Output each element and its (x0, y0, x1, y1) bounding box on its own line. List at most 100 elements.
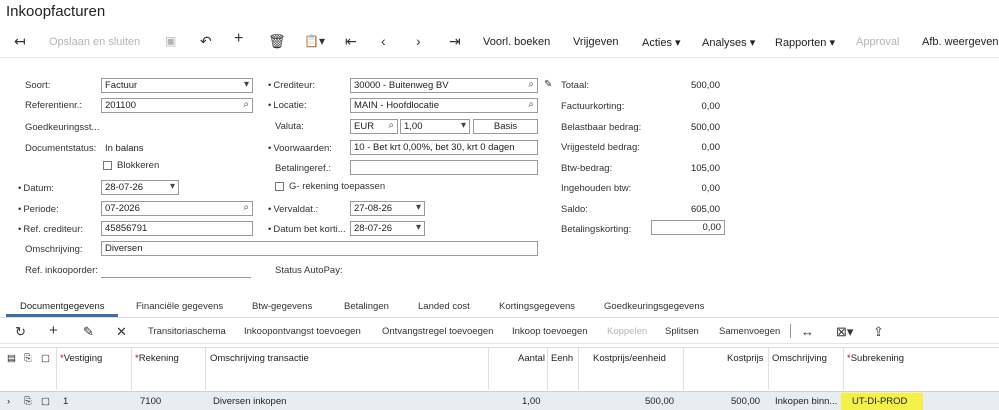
periode-input[interactable]: 07-2026 ⌕ (101, 201, 253, 216)
edit-icon[interactable]: ✎ (83, 324, 94, 340)
voorwaarden-value: 10 - Bet krt 0,00%, bet 30, krt 0 dagen (354, 142, 515, 153)
column-divider (843, 348, 844, 390)
cell-subrekening[interactable]: UT-DI-PROD (852, 396, 907, 407)
col-vestiging[interactable]: *Vestiging (60, 353, 102, 364)
release-button[interactable]: Vrijgeven (573, 36, 618, 48)
delete-icon[interactable]: 🗑 (268, 34, 286, 48)
column-divider (578, 348, 579, 390)
betalingsref-input[interactable] (350, 160, 538, 175)
tab-btw-gegevens[interactable]: Btw-gegevens (252, 301, 312, 312)
block-checkbox[interactable] (103, 161, 112, 170)
search-icon[interactable]: ⌕ (388, 120, 394, 131)
reports-menu[interactable]: Rapporten ▾ (775, 36, 835, 49)
next-record-icon[interactable]: › (416, 34, 421, 48)
post-button[interactable]: Voorl. boeken (483, 36, 550, 48)
cell-omschrijving-transactie[interactable]: Diversen inkopen (213, 396, 286, 407)
add-row-icon[interactable]: + (49, 322, 58, 339)
save-icon[interactable]: ▣ (165, 34, 176, 48)
datumkort-input[interactable]: 28-07-26 ▾ (350, 221, 425, 236)
datum-value: 28-07-26 (105, 182, 144, 193)
column-divider (131, 348, 132, 390)
locatie-value: MAIN - Hoofdlocatie (354, 100, 440, 111)
save-close-button[interactable]: Opslaan en sluiten (49, 36, 140, 48)
grekening-checkbox[interactable] (275, 182, 284, 191)
last-record-icon[interactable]: ⇥ (449, 34, 461, 48)
locatie-input[interactable]: MAIN - Hoofdlocatie ⌕ (350, 98, 538, 113)
samenvoegen-button[interactable]: Samenvoegen (719, 326, 780, 337)
col-aantal[interactable]: Aantal (518, 353, 545, 364)
display-button[interactable]: Afb. weergeven (922, 36, 998, 48)
clipboard-icon[interactable]: 📋▾ (304, 34, 325, 48)
row-expand-icon[interactable]: › (7, 396, 10, 407)
transitoriaschema-button[interactable]: Transitoriaschema (148, 326, 226, 337)
refinkoop-field[interactable] (101, 277, 251, 278)
block-label: Blokkeren (117, 160, 160, 171)
first-record-icon[interactable]: ⇤ (345, 34, 357, 48)
edit-icon[interactable]: ✎ (544, 79, 552, 90)
docstatus-value: In balans (105, 143, 144, 154)
col-omschrijving-transactie[interactable]: Omschrijving transactie (210, 353, 309, 364)
datum-input[interactable]: 28-07-26 ▾ (101, 180, 179, 195)
search-icon[interactable]: ⌕ (243, 202, 249, 213)
export-excel-icon[interactable]: ⊠▾ (836, 324, 853, 340)
tab-landed-cost[interactable]: Landed cost (418, 301, 470, 312)
ingehouden-value: 0,00 (701, 183, 721, 194)
omschrijving-input[interactable]: Diversen (101, 241, 538, 256)
cell-aantal[interactable]: 1,00 (522, 396, 541, 407)
cell-omschrijving[interactable]: Inkopen binn... (775, 396, 837, 407)
search-icon[interactable]: ⌕ (243, 99, 249, 110)
valuta-input[interactable]: EUR ⌕ (350, 119, 398, 134)
upload-icon[interactable]: ⇪ (873, 324, 884, 340)
col-rekening[interactable]: *Rekening (135, 353, 179, 364)
col-kostprijs-eenheid[interactable]: Kostprijs/eenheid (593, 353, 666, 364)
cell-rekening[interactable]: 7100 (140, 396, 161, 407)
tab-betalingen[interactable]: Betalingen (344, 301, 389, 312)
vervaldat-input[interactable]: 27-08-26 ▾ (350, 201, 425, 216)
search-icon[interactable]: ⌕ (528, 79, 534, 90)
search-icon[interactable]: ⌕ (528, 99, 534, 110)
cell-kostprijs[interactable]: 500,00 (731, 396, 760, 407)
inkoop-toevoegen-button[interactable]: Inkoop toevoegen (512, 326, 588, 337)
add-icon[interactable]: + (234, 31, 243, 47)
saldo-value: 605,00 (690, 204, 720, 215)
col-kostprijs[interactable]: Kostprijs (727, 353, 763, 364)
attachment-icon: ⎘ (24, 396, 32, 407)
tab-kortingsgegevens[interactable]: Kortingsgegevens (499, 301, 575, 312)
cell-vestiging[interactable]: 1 (63, 396, 68, 407)
valuta-rate-select[interactable]: 1,00 ▾ (400, 119, 470, 134)
col-omschrijving[interactable]: Omschrijving (772, 353, 827, 364)
koppelen-button[interactable]: Koppelen (607, 326, 647, 337)
table-row[interactable]: › ⎘ ▢ 1 7100 Diversen inkopen 1,00 500,0… (0, 391, 999, 410)
ref-input[interactable]: 201100 ⌕ (101, 98, 253, 113)
btw-value: 105,00 (690, 163, 720, 174)
column-divider (768, 348, 769, 390)
cell-kostprijs-eenheid[interactable]: 500,00 (645, 396, 674, 407)
analyses-menu[interactable]: Analyses ▾ (702, 36, 755, 49)
delete-row-icon[interactable]: ✕ (116, 324, 127, 340)
soort-select[interactable]: Factuur ▾ (101, 78, 253, 93)
undo-icon[interactable]: ↶ (200, 34, 212, 48)
refcred-input[interactable]: 45856791 (101, 221, 253, 236)
splitsen-button[interactable]: Splitsen (665, 326, 699, 337)
col-subrekening[interactable]: *Subrekening (847, 353, 904, 364)
refresh-icon[interactable]: ↻ (15, 324, 26, 340)
approval-button[interactable]: Approval (856, 36, 899, 48)
tab-financiele-gegevens[interactable]: Financiële gegevens (136, 301, 223, 312)
crediteur-input[interactable]: 30000 - Buitenweg BV ⌕ (350, 78, 538, 93)
periode-value: 07-2026 (105, 203, 140, 214)
tab-documentgegevens[interactable]: Documentgegevens (20, 301, 105, 312)
actions-menu[interactable]: Acties ▾ (642, 36, 681, 49)
back-arrow-icon[interactable]: ↤ (14, 34, 26, 48)
ingehouden-label: Ingehouden btw: (561, 183, 632, 194)
fit-columns-icon[interactable]: ↔ (801, 324, 814, 339)
inkoopontvangst-button[interactable]: Inkoopontvangst toevoegen (244, 326, 361, 337)
previous-record-icon[interactable]: ‹ (381, 34, 386, 48)
basis-button[interactable]: Basis (473, 119, 538, 134)
betalingskorting-input[interactable]: 0,00 (651, 220, 725, 235)
tab-goedkeuringsgegevens[interactable]: Goedkeuringsgegevens (604, 301, 704, 312)
totaal-label: Totaal: (561, 80, 589, 91)
col-eenh[interactable]: Eenh (551, 353, 573, 364)
ontvangstregel-button[interactable]: Ontvangstregel toevoegen (382, 326, 493, 337)
voorwaarden-input[interactable]: 10 - Bet krt 0,00%, bet 30, krt 0 dagen (350, 140, 538, 155)
grid-icon-column: ▤ (7, 353, 16, 364)
